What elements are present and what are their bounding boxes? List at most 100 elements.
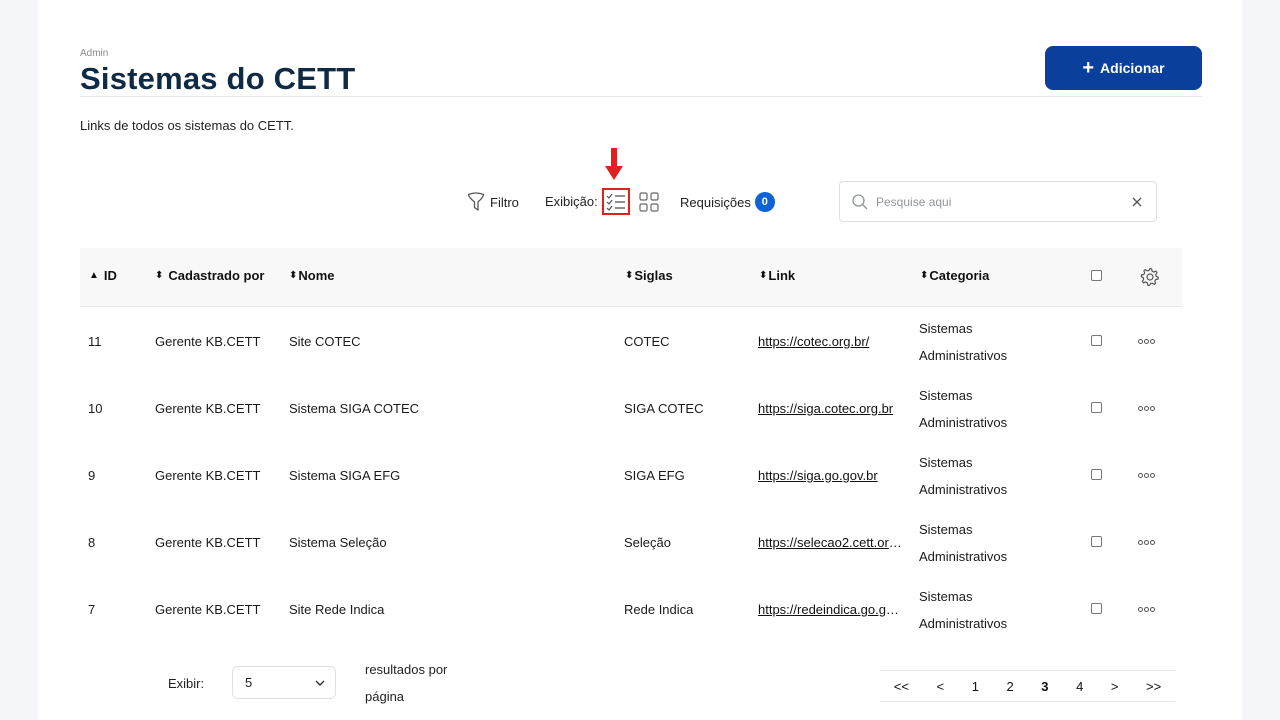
page-subtitle: Links de todos os sistemas do CETT. [80,118,294,133]
page-3-button[interactable]: 3 [1037,679,1052,694]
column-header-cadastrado-por[interactable]: ⬍ Cadastrado por [155,268,264,283]
breadcrumb[interactable]: Admin [80,48,108,59]
last-page-button[interactable]: >> [1142,679,1165,694]
cell-cadastrado-por: Gerente KB.CETT [155,468,261,483]
more-options-icon[interactable] [1138,607,1155,612]
row-checkbox[interactable] [1091,335,1102,346]
page-size-select[interactable]: 5 [232,666,336,699]
table-header: ▲ ID ⬍ Cadastrado por ⬍ Nome ⬍ Siglas ⬍ … [80,248,1182,307]
column-header-nome[interactable]: ⬍ Nome [289,268,335,283]
page-title: Sistemas do CETT [80,61,356,96]
cell-link[interactable]: https://redeindica.go.gov.br [758,602,905,617]
more-options-icon[interactable] [1138,473,1155,478]
cell-sigla: Rede Indica [624,602,694,617]
page-4-button[interactable]: 4 [1072,679,1087,694]
column-header-link[interactable]: ⬍ Link [759,268,795,283]
column-label: Link [768,268,796,283]
cell-sigla: Seleção [624,535,671,550]
cell-sigla: SIGA COTEC [624,401,704,416]
gear-icon[interactable] [1140,267,1160,287]
chevron-down-icon [315,680,325,686]
add-button-label: Adicionar [1100,60,1165,76]
row-checkbox[interactable] [1091,402,1102,413]
filter-button[interactable]: Filtro [467,192,519,212]
checklist-icon [606,193,625,211]
table-row[interactable]: 10 Gerente KB.CETT Sistema SIGA COTEC SI… [80,375,1182,442]
filter-label: Filtro [490,194,519,210]
title-divider [80,96,1202,97]
results-per-page-label: resultados por página [365,662,448,704]
requests-count-badge: 0 [754,192,775,212]
column-header-categoria[interactable]: ⬍ Categoria [920,268,989,283]
column-header-id[interactable]: ▲ ID [89,268,117,283]
cell-sigla: COTEC [624,334,670,349]
cell-link[interactable]: https://cotec.org.br/ [758,334,905,349]
more-options-icon[interactable] [1138,406,1155,411]
search-icon [852,193,868,209]
cell-cadastrado-por: Gerente KB.CETT [155,401,261,416]
cell-link[interactable]: https://siga.cotec.org.br [758,401,905,416]
cell-cadastrado-por: Gerente KB.CETT [155,602,261,617]
cell-categoria: Sistemas Administrativos [919,522,1008,564]
cell-link[interactable]: https://siga.go.gov.br [758,468,905,483]
sort-icon: ⬍ [289,269,298,281]
cell-nome: Sistema Seleção [289,535,387,550]
column-label: Nome [298,268,335,283]
cell-nome: Site Rede Indica [289,602,385,617]
add-button[interactable]: + Adicionar [1045,46,1202,90]
cell-nome: Sistema SIGA COTEC [289,401,420,416]
cell-categoria: Sistemas Administrativos [919,455,1008,497]
more-options-icon[interactable] [1138,339,1155,344]
page-size-value: 5 [245,675,253,690]
cell-id: 8 [88,535,96,550]
cell-nome: Sistema SIGA EFG [289,468,401,483]
cell-cadastrado-por: Gerente KB.CETT [155,334,261,349]
requests-button[interactable]: Requisições 0 [680,192,775,212]
view-toggle: Exibição: [545,188,662,215]
table-row[interactable]: 8 Gerente KB.CETT Sistema Seleção Seleçã… [80,509,1182,576]
filter-icon [467,192,485,211]
column-label: Siglas [634,268,673,283]
search-box [839,181,1157,222]
grid-icon [639,191,659,212]
plus-icon: + [1082,57,1095,79]
select-all-checkbox[interactable] [1091,270,1102,281]
row-checkbox[interactable] [1091,603,1102,614]
cell-id: 11 [88,334,102,349]
column-header-siglas[interactable]: ⬍ Siglas [625,268,673,283]
list-view-button[interactable] [601,188,630,215]
table-row[interactable]: 9 Gerente KB.CETT Sistema SIGA EFG SIGA … [80,442,1182,509]
column-label: Categoria [929,268,990,283]
prev-page-button[interactable]: < [933,679,949,694]
cell-categoria: Sistemas Administrativos [919,388,1008,430]
cell-id: 10 [88,401,103,416]
column-label: Cadastrado por [168,268,265,283]
search-input[interactable] [876,194,1130,209]
sort-icon: ⬍ [920,269,929,281]
more-options-icon[interactable] [1138,540,1155,545]
close-icon[interactable] [1130,195,1144,209]
page-2-button[interactable]: 2 [1002,679,1017,694]
cell-nome: Site COTEC [289,334,361,349]
cell-categoria: Sistemas Administrativos [919,589,1008,631]
row-checkbox[interactable] [1091,469,1102,480]
cell-id: 7 [88,602,96,617]
table-row[interactable]: 11 Gerente KB.CETT Site COTEC COTEC http… [80,308,1182,375]
pagination: << < 1 2 3 4 > >> [880,670,1175,702]
requests-label: Requisições [680,194,751,210]
sort-icon: ⬍ [155,269,164,281]
first-page-button[interactable]: << [890,679,913,694]
page-1-button[interactable]: 1 [968,679,983,694]
sort-asc-icon: ▲ [89,269,99,281]
next-page-button[interactable]: > [1107,679,1123,694]
grid-view-button[interactable] [636,189,662,215]
view-label: Exibição: [545,194,598,209]
page-size-label: Exibir: [168,676,205,691]
row-checkbox[interactable] [1091,536,1102,547]
sort-icon: ⬍ [759,269,768,281]
sort-icon: ⬍ [625,269,634,281]
cell-cadastrado-por: Gerente KB.CETT [155,535,261,550]
table-row[interactable]: 7 Gerente KB.CETT Site Rede Indica Rede … [80,576,1182,643]
cell-categoria: Sistemas Administrativos [919,321,1008,363]
cell-link[interactable]: https://selecao2.cett.org.br [758,535,905,550]
